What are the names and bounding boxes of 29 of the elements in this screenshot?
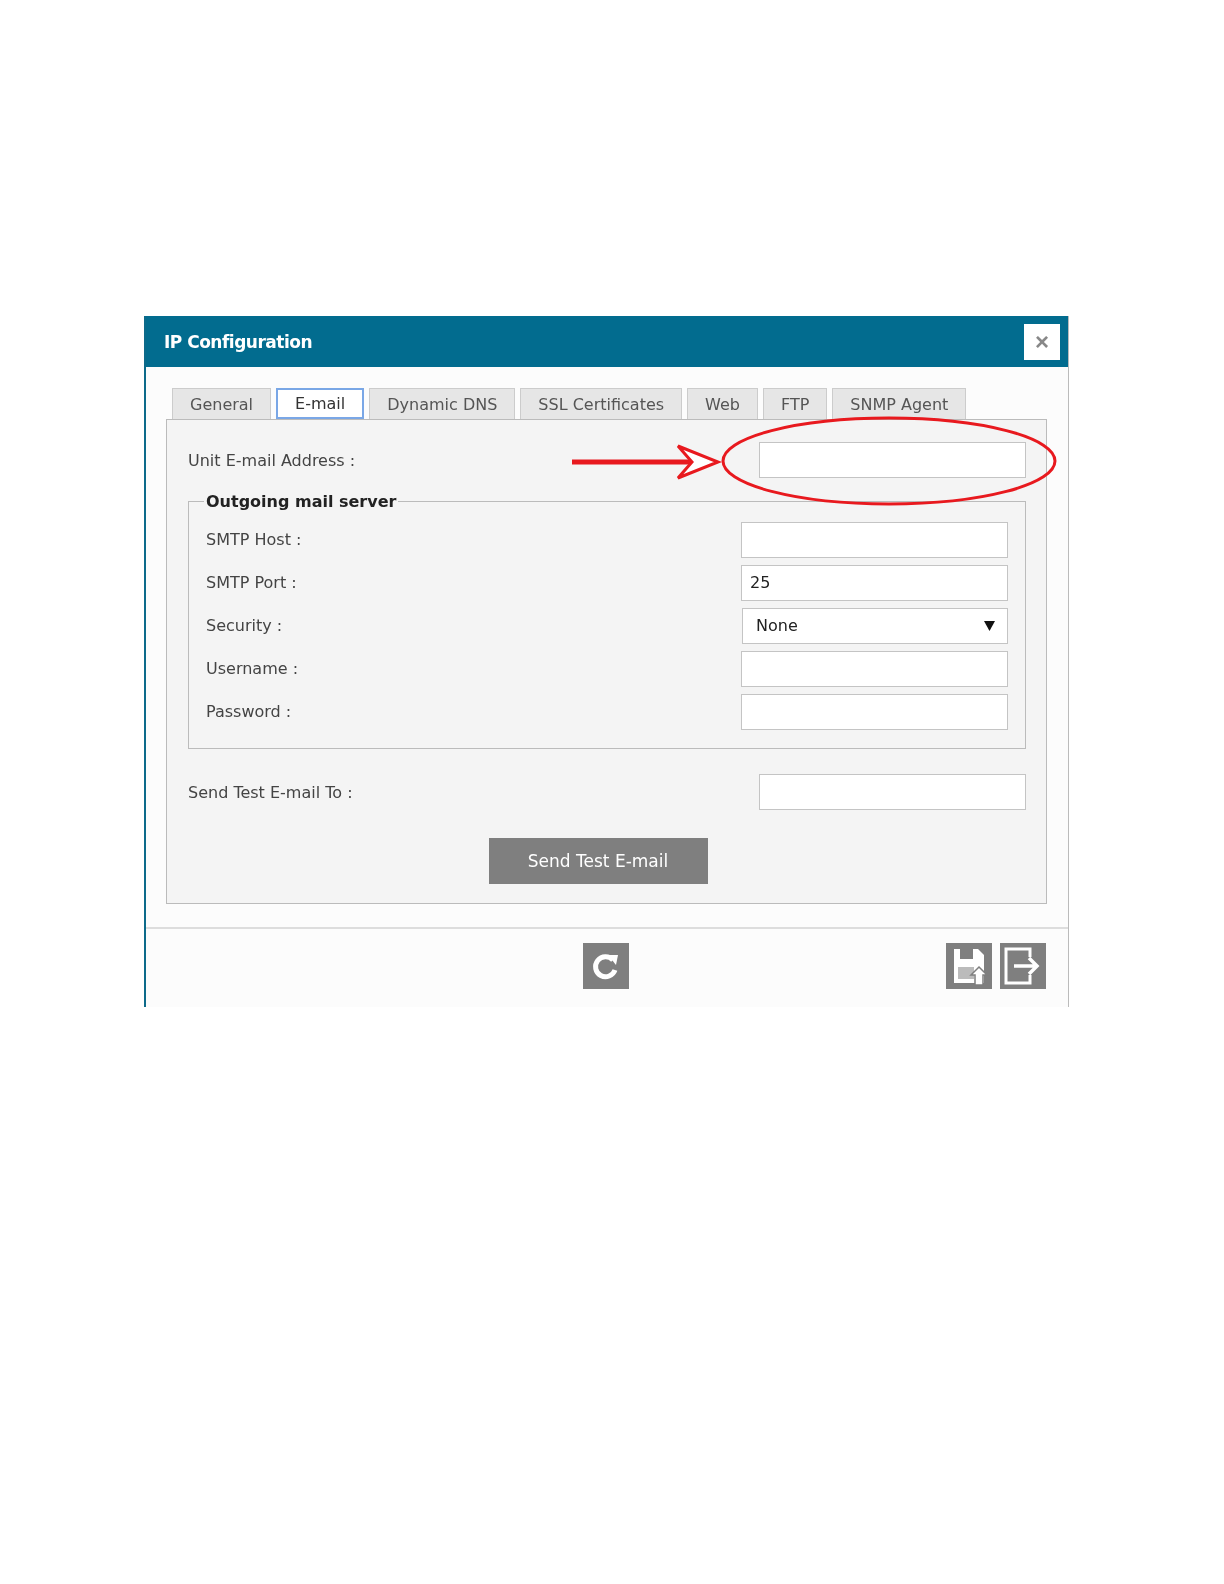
input-field[interactable] (741, 521, 1008, 558)
caret-icon (984, 620, 995, 631)
close-button[interactable]: × (1024, 323, 1060, 360)
input-field[interactable] (741, 650, 1008, 687)
send-test-button[interactable]: Send Test E-mail (488, 838, 708, 884)
refresh-icon[interactable] (583, 943, 629, 989)
field-label: Unit E-mail Address : (188, 450, 356, 470)
tab[interactable]: Web (687, 388, 758, 419)
tab[interactable]: SSL Certificates (520, 388, 683, 419)
tab[interactable]: FTP (763, 388, 828, 419)
input-field[interactable] (759, 442, 1026, 478)
field-label: Security : (206, 616, 283, 635)
input-field[interactable] (759, 774, 1026, 810)
dropdown[interactable]: None (742, 607, 1008, 644)
field-label: SMTP Port : (206, 573, 297, 592)
tab[interactable]: E-mail (276, 388, 365, 419)
tab[interactable]: General (172, 388, 272, 419)
save-icon[interactable] (946, 943, 992, 989)
input-field[interactable]: 25 (741, 564, 1008, 601)
field-label: Password : (206, 702, 292, 721)
window-title: IP Configuration (164, 331, 313, 352)
field-label: SMTP Host : (206, 530, 302, 549)
fieldset-legend: Outgoing mail server (204, 492, 399, 511)
exit-icon[interactable] (1000, 943, 1046, 989)
password-field[interactable] (741, 693, 1008, 730)
field-label: Username : (206, 659, 299, 678)
tab[interactable]: Dynamic DNS (369, 388, 516, 419)
field-label: Send Test E-mail To : (188, 782, 353, 802)
tab[interactable]: SNMP Agent (832, 388, 967, 419)
